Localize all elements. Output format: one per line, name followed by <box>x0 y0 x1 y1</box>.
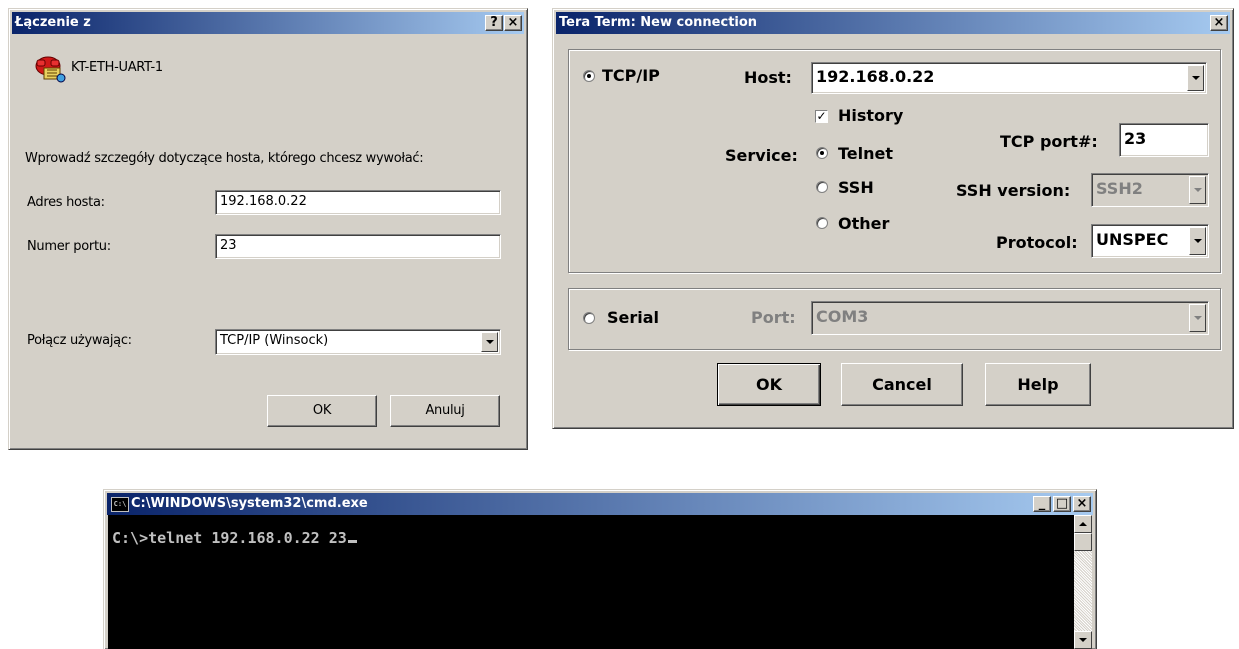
help-glyph: ? <box>490 15 498 30</box>
tcp-port-input[interactable]: 23 <box>1119 123 1209 157</box>
teraterm-titlebar[interactable]: Tera Term: New connection × <box>556 12 1230 34</box>
connect-dialog-titlebar[interactable]: Łączenie z ? × <box>12 12 524 34</box>
cmd-title: C:\WINDOWS\system32\cmd.exe <box>131 496 368 511</box>
maximize-button[interactable]: □ <box>1053 496 1071 512</box>
connect-using-select[interactable]: TCP/IP (Winsock) <box>215 329 501 355</box>
teraterm-ok-button[interactable]: OK <box>717 363 821 406</box>
host-value: 192.168.0.22 <box>816 67 935 86</box>
protocol-select[interactable]: UNSPEC <box>1091 224 1209 258</box>
cmd-icon: C:\ <box>111 497 129 512</box>
cmd-window: C:\ C:\WINDOWS\system32\cmd.exe _ □ × C:… <box>103 489 1097 649</box>
close-icon: × <box>507 15 519 30</box>
service-ssh-radio[interactable] <box>816 181 828 193</box>
host-label: Host: <box>744 68 792 87</box>
connect-dialog: Łączenie z ? × KT-ETH-UART-1 Wprowadź sz… <box>8 8 528 450</box>
connection-name: KT-ETH-UART-1 <box>71 60 163 75</box>
teraterm-title: Tera Term: New connection <box>559 15 758 30</box>
cancel-label: Cancel <box>872 375 932 394</box>
vertical-scrollbar[interactable] <box>1074 515 1092 649</box>
tcpip-radio[interactable] <box>583 70 595 82</box>
close-icon: × <box>1076 496 1088 511</box>
service-telnet-radio[interactable] <box>816 147 828 159</box>
help-label: Help <box>1017 375 1059 394</box>
port-number-value: 23 <box>220 238 237 253</box>
protocol-value: UNSPEC <box>1096 230 1169 249</box>
port-label: Port: <box>751 308 796 327</box>
ssh-version-label: SSH version: <box>956 181 1071 200</box>
history-checkbox[interactable]: ✓ <box>815 110 828 123</box>
port-number-input[interactable]: 23 <box>215 234 501 259</box>
phone-icon <box>35 56 66 83</box>
chevron-down-icon[interactable] <box>481 332 498 352</box>
connect-using-label: Połącz używając: <box>27 333 132 348</box>
console-area[interactable]: C:\>telnet 192.168.0.22 23 <box>108 515 1074 649</box>
chevron-down-icon <box>1189 304 1206 332</box>
scroll-down-icon[interactable] <box>1074 631 1092 649</box>
port-number-label: Numer portu: <box>27 239 111 254</box>
service-other-radio[interactable] <box>816 217 828 229</box>
ok-label: OK <box>312 403 332 418</box>
serial-radio[interactable] <box>583 312 595 324</box>
scroll-up-icon[interactable] <box>1074 515 1092 533</box>
chevron-down-icon[interactable] <box>1189 227 1206 255</box>
cmd-titlebar[interactable]: C:\ C:\WINDOWS\system32\cmd.exe _ □ × <box>107 493 1093 515</box>
close-button[interactable]: × <box>504 15 522 31</box>
history-label: History <box>838 106 904 125</box>
service-ssh-label: SSH <box>838 178 874 197</box>
command-line: C:\>telnet 192.168.0.22 23 <box>112 529 347 547</box>
cancel-label: Anuluj <box>425 403 465 418</box>
service-telnet-label: Telnet <box>838 144 894 163</box>
chevron-down-icon[interactable] <box>1187 65 1204 91</box>
service-other-label: Other <box>838 214 890 233</box>
cancel-button[interactable]: Anuluj <box>390 395 500 427</box>
tcpip-label: TCP/IP <box>602 66 660 85</box>
maximize-icon: □ <box>1055 496 1069 511</box>
connect-using-value: TCP/IP (Winsock) <box>220 333 329 348</box>
ssh-version-value: SSH2 <box>1096 179 1143 198</box>
minimize-icon: _ <box>1038 496 1046 511</box>
protocol-label: Protocol: <box>996 233 1078 252</box>
ssh-version-select: SSH2 <box>1091 173 1209 207</box>
tcp-port-value: 23 <box>1124 129 1147 148</box>
tcp-port-label: TCP port#: <box>1000 132 1098 151</box>
serial-label: Serial <box>607 308 660 327</box>
host-input[interactable]: 192.168.0.22 <box>811 62 1207 94</box>
help-button[interactable]: ? <box>485 15 503 31</box>
teraterm-help-button[interactable]: Help <box>985 363 1091 406</box>
teraterm-cancel-button[interactable]: Cancel <box>841 363 963 406</box>
chevron-down-icon <box>1189 176 1206 204</box>
minimize-button[interactable]: _ <box>1033 496 1051 512</box>
host-address-label: Adres hosta: <box>27 195 105 210</box>
cmd-close-button[interactable]: × <box>1073 496 1091 512</box>
teraterm-dialog: Tera Term: New connection × TCP/IP Host:… <box>552 8 1234 429</box>
close-icon: × <box>1213 15 1225 30</box>
teraterm-close-button[interactable]: × <box>1210 15 1228 31</box>
service-label: Service: <box>725 146 798 165</box>
scroll-thumb[interactable] <box>1074 533 1092 551</box>
ok-button[interactable]: OK <box>267 395 377 427</box>
text-cursor <box>347 540 357 543</box>
connect-dialog-title: Łączenie z <box>15 15 91 30</box>
host-address-input[interactable]: 192.168.0.22 <box>215 190 501 215</box>
host-address-value: 192.168.0.22 <box>220 194 307 209</box>
instruction-text: Wprowadź szczegóły dotyczące hosta, któr… <box>25 151 424 166</box>
ok-label: OK <box>756 375 782 394</box>
serial-port-select: COM3 <box>811 301 1209 335</box>
serial-port-value: COM3 <box>816 307 869 326</box>
